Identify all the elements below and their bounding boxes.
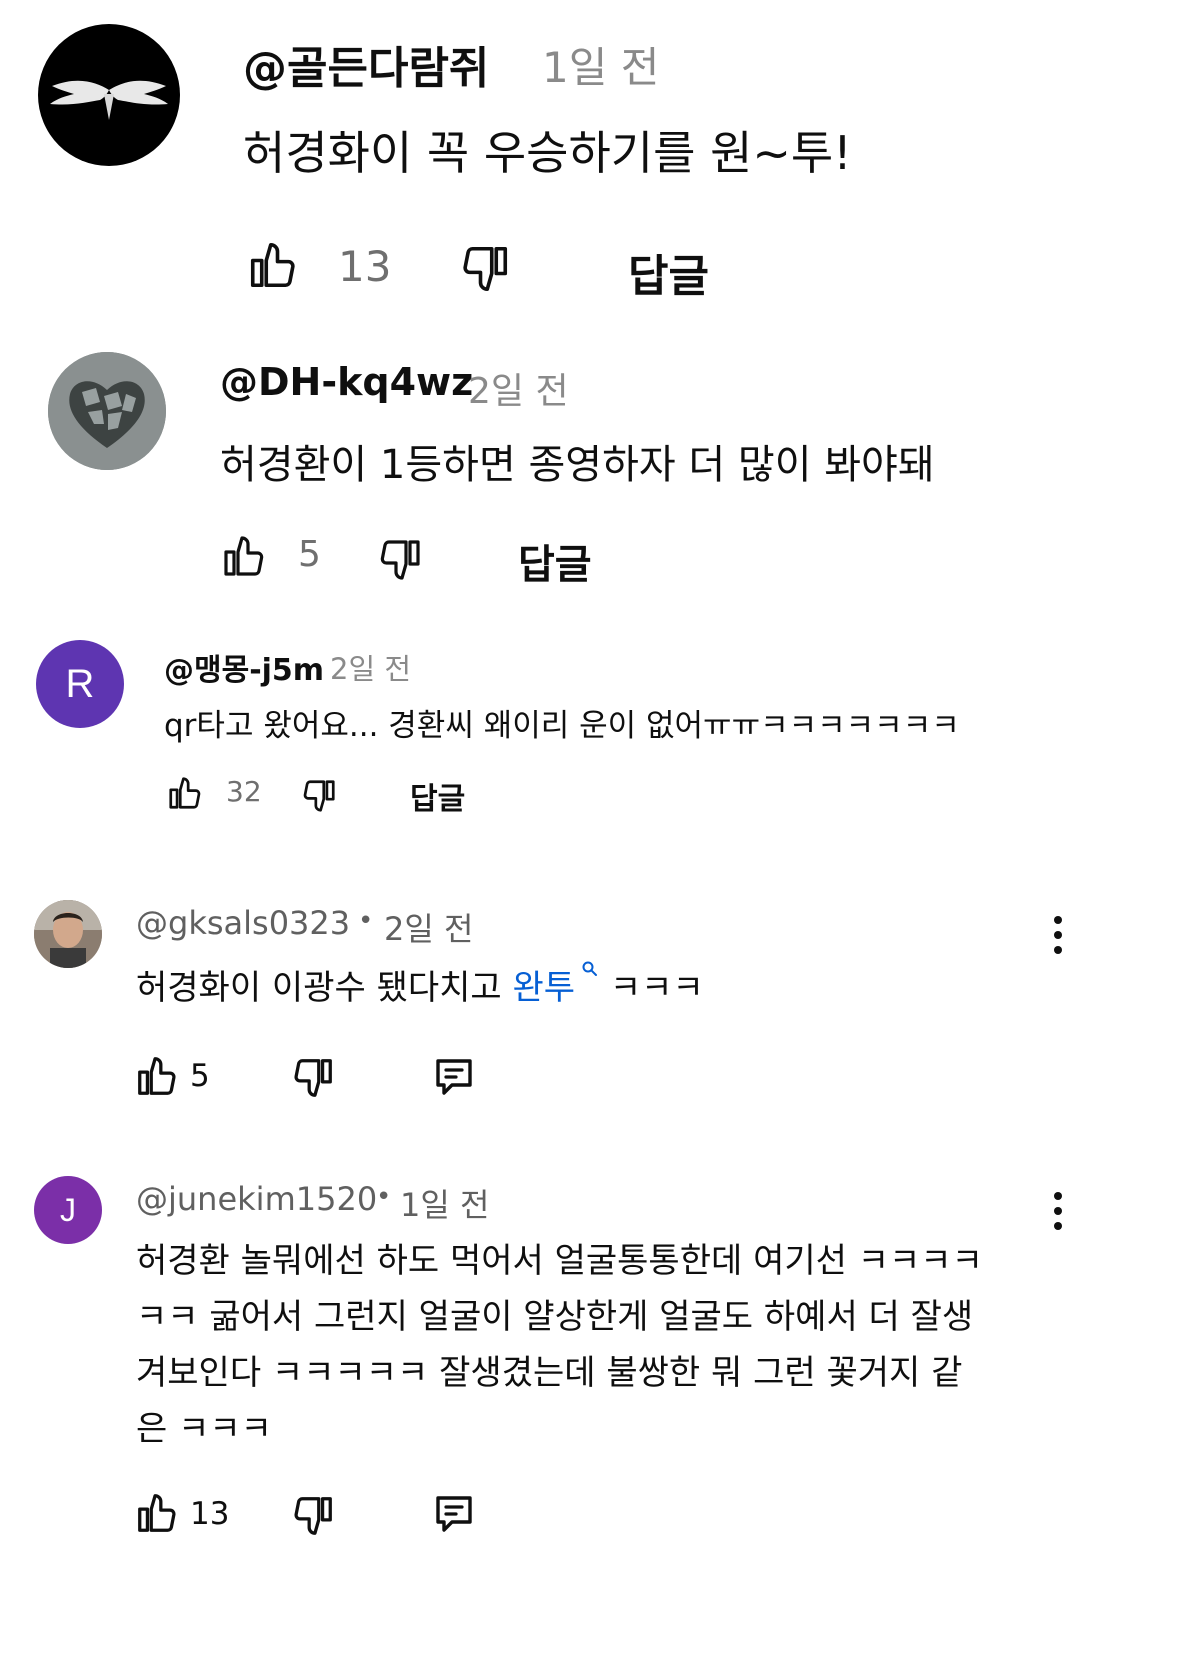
thumbs-up-icon[interactable] [134, 1053, 180, 1099]
comment-time: 2일 전 [384, 910, 474, 948]
wings-image [50, 80, 168, 120]
reply-button[interactable]: 답글 [628, 240, 709, 304]
comment-time: 1일 전 [400, 1186, 490, 1224]
comment-author[interactable]: @gksals0323 [136, 904, 350, 942]
avatar-letter-text: R [65, 661, 95, 706]
avatar-stone-heart[interactable] [48, 352, 166, 470]
like-count: 13 [338, 242, 392, 291]
thumbs-up-icon[interactable] [134, 1490, 180, 1536]
comment-text-line: 허경환 놀뭐에선 하도 먹어서 얼굴통통한데 여기선 ㅋㅋㅋㅋ [136, 1241, 983, 1281]
avatar-letter[interactable]: J [34, 1176, 102, 1244]
like-count: 5 [190, 1058, 210, 1094]
thumbs-up-icon[interactable] [220, 532, 268, 580]
search-icon[interactable] [581, 960, 599, 978]
comment-time: 2일 전 [330, 652, 412, 686]
comment-time: 2일 전 [468, 371, 569, 412]
thumbs-down-icon[interactable] [300, 777, 338, 815]
comment-reply-icon[interactable] [430, 1490, 478, 1538]
avatar-photo[interactable] [34, 900, 102, 968]
comment-author[interactable]: @맹몽-j5m [164, 645, 324, 689]
reply-button[interactable]: 답글 [518, 532, 592, 590]
comment-text: 허경환이 1등하면 종영하자 더 많이 봐야돼 [220, 442, 935, 488]
meta-separator: • [358, 906, 374, 936]
comment-text-line: ㅋㅋ 굶어서 그런지 얼굴이 얄상한게 얼굴도 하예서 더 잘생 [136, 1297, 974, 1337]
avatar-letter[interactable]: R [36, 640, 124, 728]
reply-button[interactable]: 답글 [410, 774, 465, 818]
like-count: 32 [226, 775, 262, 808]
comment-text-line: 은 ㅋㅋㅋ [136, 1409, 272, 1449]
comment-text: qr타고 왔어요... 경환씨 왜이리 운이 없어ㅠㅠㅋㅋㅋㅋㅋㅋㅋ [164, 708, 960, 744]
thumbs-down-icon[interactable] [290, 1493, 336, 1539]
thumbs-down-icon[interactable] [458, 242, 512, 296]
person-photo [34, 900, 102, 968]
comment-text: 허경화이 이광수 됐다치고 완투 ㅋㅋㅋ [136, 960, 704, 1009]
avatar-angel-wings[interactable] [38, 24, 180, 166]
comment-reply-icon[interactable] [430, 1053, 478, 1101]
comment-author[interactable]: @junekim1520 [136, 1180, 377, 1218]
meta-separator: • [376, 1182, 392, 1212]
comment-author[interactable]: @DH-kq4wz [220, 360, 473, 404]
more-vertical-icon[interactable] [1048, 916, 1068, 961]
comment-text-line: 겨보인다 ㅋㅋㅋㅋㅋ 잘생겼는데 불쌍한 뭐 그런 꽃거지 같 [136, 1353, 963, 1393]
more-vertical-icon[interactable] [1048, 1192, 1068, 1237]
thumbs-up-icon[interactable] [166, 774, 204, 812]
stone-heart-image [48, 352, 166, 470]
comment-text-part: 허경화이 이광수 됐다치고 [136, 968, 513, 1008]
comment-time: 1일 전 [542, 43, 660, 92]
comment-text-part: ㅋㅋㅋ [599, 968, 704, 1008]
comment-author[interactable]: @골든다람쥐 [243, 32, 489, 96]
thumbs-down-icon[interactable] [290, 1055, 336, 1101]
like-count: 5 [298, 534, 321, 575]
like-count: 13 [190, 1496, 230, 1532]
thumbs-down-icon[interactable] [376, 536, 424, 584]
thumbs-up-icon[interactable] [246, 238, 300, 292]
comment-text: 허경화이 꼭 우승하기를 원~투! [243, 126, 852, 180]
search-link[interactable]: 완투 [513, 968, 576, 1008]
avatar-letter-text: J [60, 1191, 76, 1228]
